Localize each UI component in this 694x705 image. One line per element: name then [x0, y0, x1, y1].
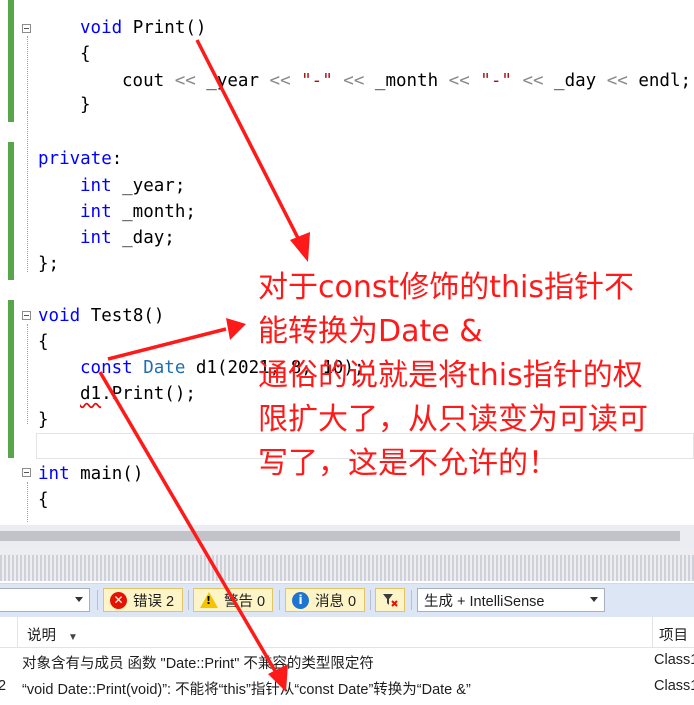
annotation-line: 通俗的说就是将this指针的权 [258, 358, 643, 393]
scrollbar-thumb[interactable] [0, 531, 680, 541]
panel-splitter[interactable] [0, 547, 694, 581]
warnings-filter-button[interactable]: ! 警告 0 [193, 588, 273, 612]
collapse-test8-toggle[interactable] [22, 311, 31, 320]
errors-filter-label: 错误 2 [133, 593, 175, 610]
error-list-toolbar: ✕ 错误 2 ! 警告 0 i 消息 0 生成 + IntelliSense [0, 583, 694, 617]
messages-filter-label: 消息 0 [315, 593, 357, 610]
annotation-line: 能转换为Date & [258, 314, 483, 349]
chevron-down-icon [75, 597, 83, 602]
change-indicator-bar [8, 300, 14, 458]
build-source-dropdown[interactable]: 生成 + IntelliSense [417, 588, 605, 612]
error-row-description: “void Date::Print(void)”: 不能将“this”指针从“c… [22, 682, 471, 698]
error-icon: ✕ [110, 591, 127, 609]
annotation-line: 限扩大了，从只读变为可读可 [258, 402, 648, 437]
code-line-test8-close: } [38, 410, 49, 430]
error-row-project: Class1 [654, 652, 694, 668]
code-line-test8-open: { [38, 332, 49, 352]
toolbar-separator [370, 590, 371, 610]
warnings-filter-label: 警告 0 [224, 593, 266, 610]
error-row-description: 对象含有与成员 函数 "Date::Print" 不兼容的类型限定符 [22, 656, 374, 672]
filter-button[interactable] [375, 588, 405, 612]
column-divider [17, 617, 18, 647]
error-row[interactable]: 对象含有与成员 函数 "Date::Print" 不兼容的类型限定符 Class… [0, 648, 694, 674]
toolbar-separator [411, 590, 412, 610]
toolbar-separator [279, 590, 280, 610]
horizontal-scrollbar[interactable] [0, 525, 694, 547]
column-description[interactable]: 说明 ▼ [27, 624, 78, 645]
code-line-close-brace: } [80, 95, 91, 115]
code-line-test8-signature: void Test8() [38, 306, 165, 326]
warning-icon: ! [200, 592, 218, 608]
code-line-cout: cout << _year << "-" << _month << "-" <<… [122, 71, 692, 91]
code-line-print-signature: void Print() [80, 18, 207, 38]
filter-icon [383, 594, 398, 607]
code-line-print-call: d1.Print(); [80, 384, 196, 404]
outline-guide [27, 324, 29, 424]
outline-guide [27, 36, 29, 116]
code-line-main-open: { [38, 490, 49, 510]
error-row-index: 2 [0, 678, 7, 694]
splitter-grip [0, 555, 694, 581]
error-list-header: 说明 ▼ 项目 [0, 617, 694, 648]
info-icon: i [292, 591, 309, 609]
collapse-print-toggle[interactable] [22, 24, 31, 33]
code-line-class-end: }; [38, 254, 60, 274]
messages-filter-button[interactable]: i 消息 0 [285, 588, 365, 612]
error-row-project: Class1 [654, 678, 694, 694]
code-line-member-day: int _day; [80, 228, 175, 248]
change-indicator-bar [8, 0, 14, 122]
annotation-note: 对于const修饰的this指针不 能转换为Date & 通俗的说就是将this… [258, 266, 688, 486]
code-line-member-year: int _year; [80, 176, 186, 196]
toolbar-separator [188, 590, 189, 610]
outline-guide [27, 112, 29, 272]
annotation-line: 对于const修饰的this指针不 [258, 270, 634, 305]
error-row[interactable]: 2 “void Date::Print(void)”: 不能将“this”指针从… [0, 674, 694, 700]
column-project[interactable]: 项目 [659, 624, 688, 645]
scope-dropdown[interactable] [0, 588, 90, 612]
errors-filter-button[interactable]: ✕ 错误 2 [103, 588, 183, 612]
annotation-line: 写了，这是不允许的！ [258, 446, 558, 481]
collapse-main-toggle[interactable] [22, 468, 31, 477]
code-line-member-month: int _month; [80, 202, 196, 222]
outline-guide [27, 482, 29, 522]
build-source-value: 生成 + IntelliSense [424, 593, 545, 610]
code-line-private: private: [38, 149, 123, 169]
code-line-main-signature: int main() [38, 464, 144, 484]
toolbar-separator [97, 590, 98, 610]
chevron-down-icon [590, 597, 598, 602]
error-squiggle: d1 [80, 384, 102, 404]
sort-chevron-icon: ▼ [68, 632, 78, 643]
change-indicator-bar [8, 142, 14, 280]
column-divider [652, 617, 653, 647]
code-line-open-brace: { [80, 44, 91, 64]
